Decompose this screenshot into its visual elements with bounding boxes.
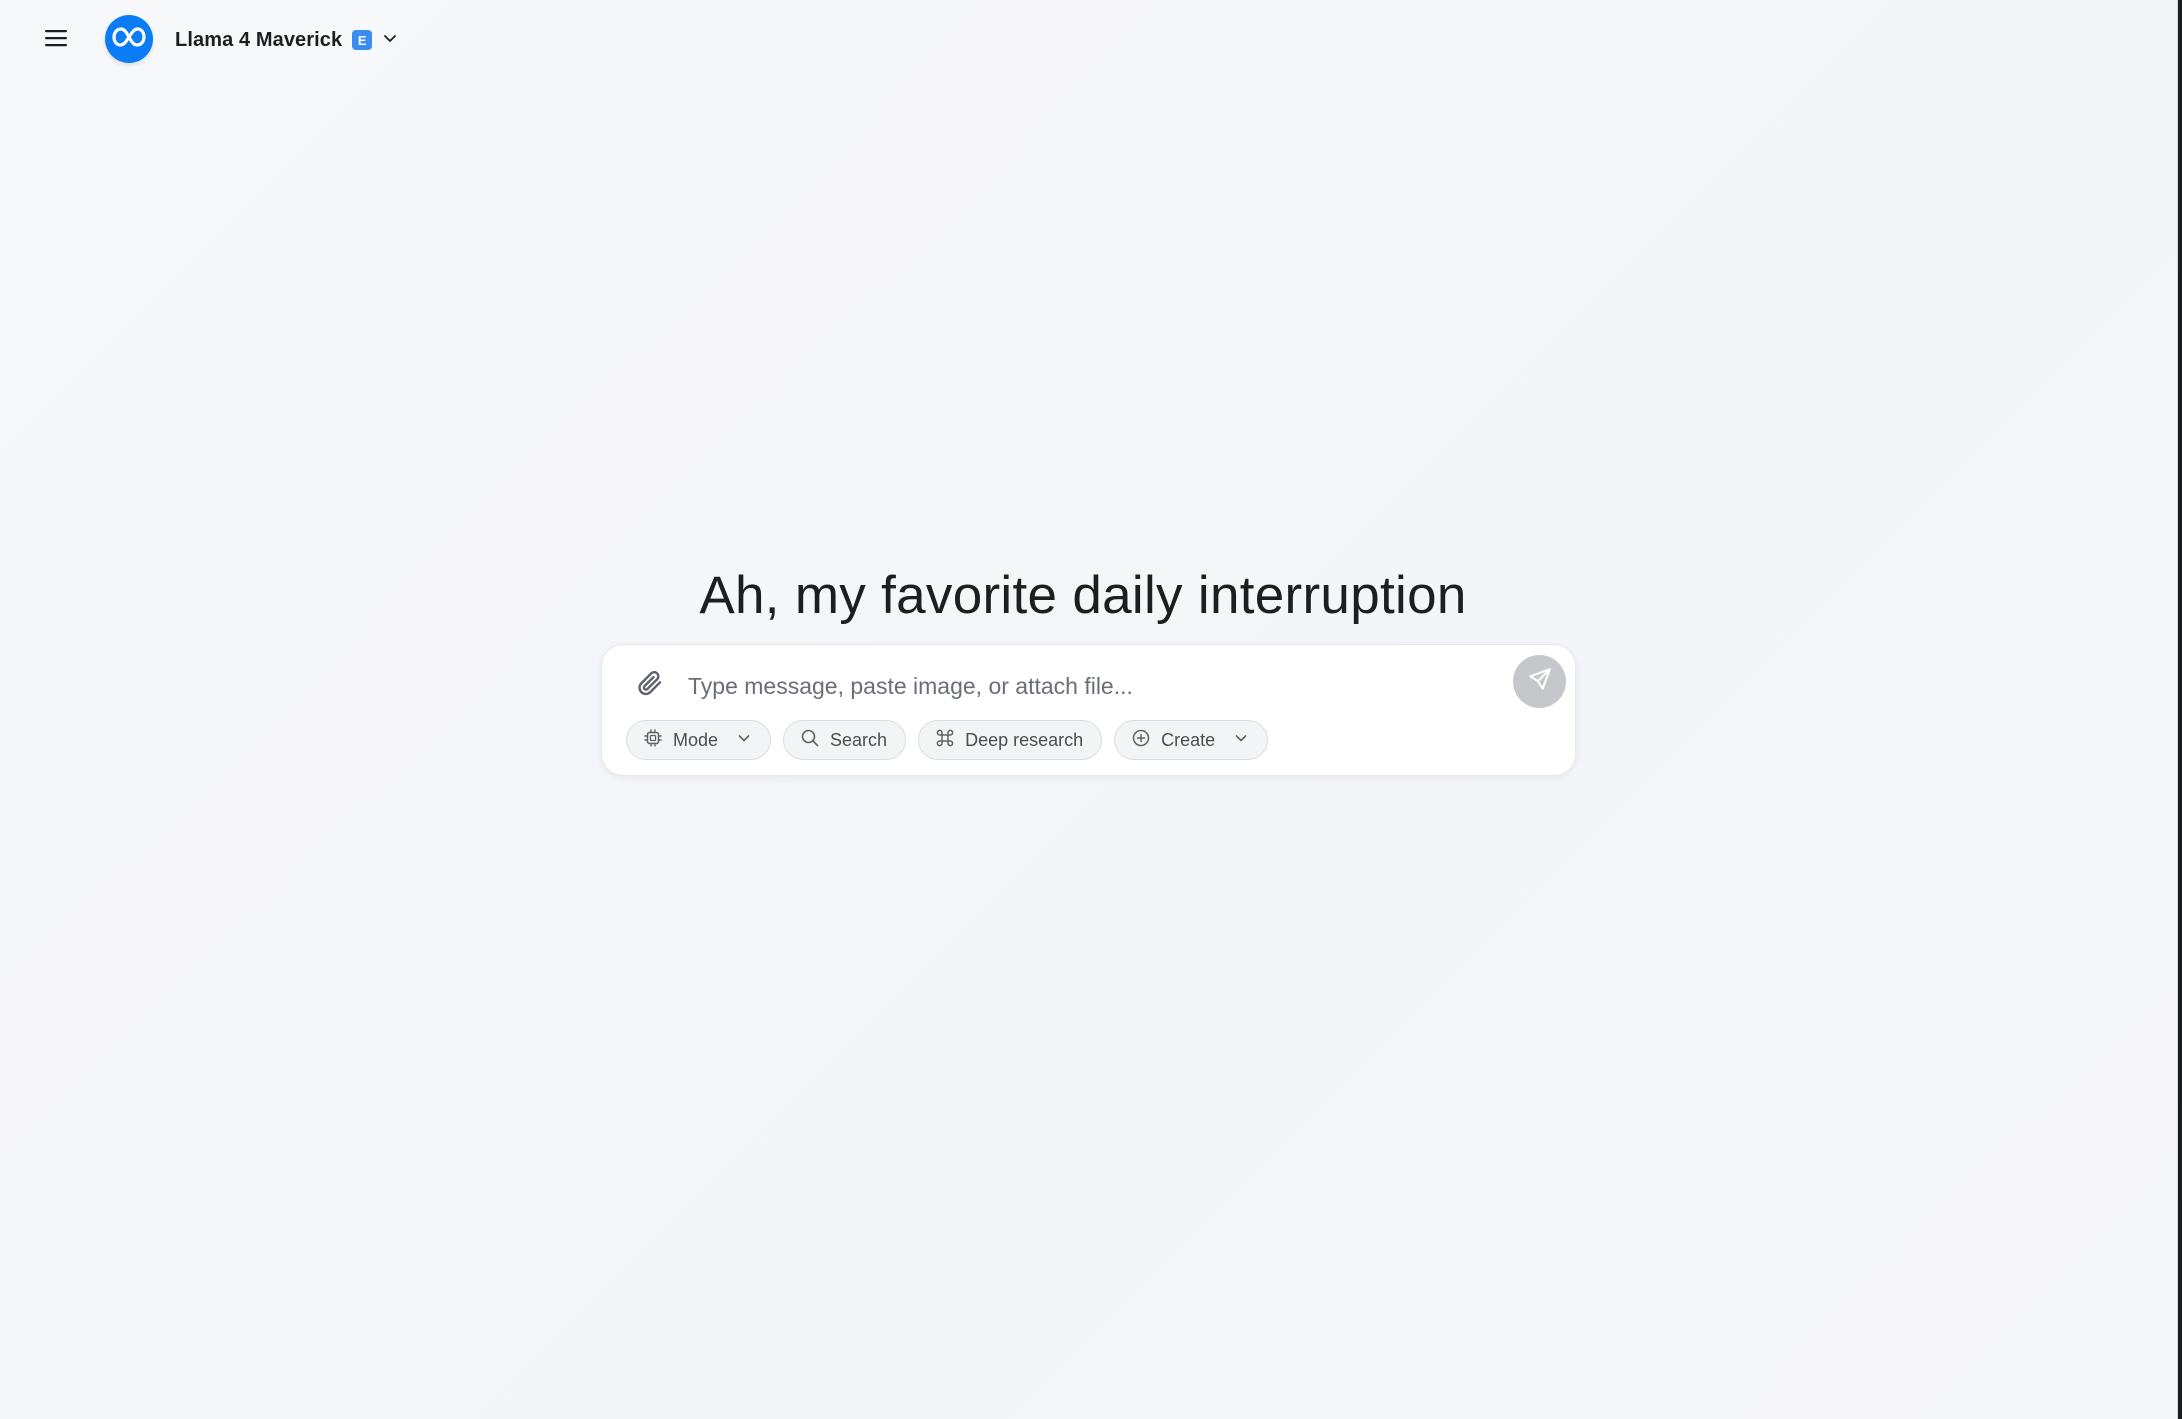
search-button[interactable]: Search (783, 720, 907, 760)
chevron-down-icon (1225, 730, 1249, 751)
command-key-icon (935, 728, 955, 753)
chevron-down-icon (728, 730, 752, 751)
meta-infinity-logo-icon (112, 26, 146, 53)
search-icon (800, 728, 820, 753)
message-composer: Mode Search (601, 644, 1576, 776)
deep-research-label: Deep research (965, 729, 1084, 750)
create-button[interactable]: Create (1114, 720, 1269, 760)
composer-tools: Mode Search Deep research Create (626, 720, 1269, 760)
greeting-text: Ah, my favorite daily interruption (699, 566, 1467, 625)
chevron-down-icon (382, 30, 398, 51)
create-label: Create (1161, 729, 1216, 750)
top-bar: Llama 4 Maverick E (0, 0, 2182, 80)
send-arrow-icon (1527, 666, 1553, 697)
deep-research-button[interactable]: Deep research (918, 720, 1103, 760)
model-selector[interactable]: Llama 4 Maverick E (175, 22, 398, 58)
app-root: Llama 4 Maverick E Ah, my favorite daily… (0, 0, 2182, 1419)
mode-label: Mode (673, 729, 719, 750)
menu-button[interactable] (36, 22, 76, 58)
model-badge: E (352, 30, 373, 50)
send-button[interactable] (1513, 655, 1566, 708)
cpu-chip-icon (643, 728, 663, 753)
message-input[interactable] (686, 663, 1470, 709)
hamburger-menu-icon (44, 28, 68, 53)
paperclip-icon (635, 668, 665, 703)
model-name: Llama 4 Maverick (175, 28, 343, 51)
window-edge (2178, 0, 2182, 1419)
search-label: Search (830, 729, 888, 750)
greeting-headline: Ah, my favorite daily interruption (0, 565, 2182, 626)
plus-circle-icon (1131, 728, 1151, 753)
mode-button[interactable]: Mode (626, 720, 772, 760)
attach-button[interactable] (630, 665, 670, 705)
meta-logo[interactable] (105, 15, 153, 63)
